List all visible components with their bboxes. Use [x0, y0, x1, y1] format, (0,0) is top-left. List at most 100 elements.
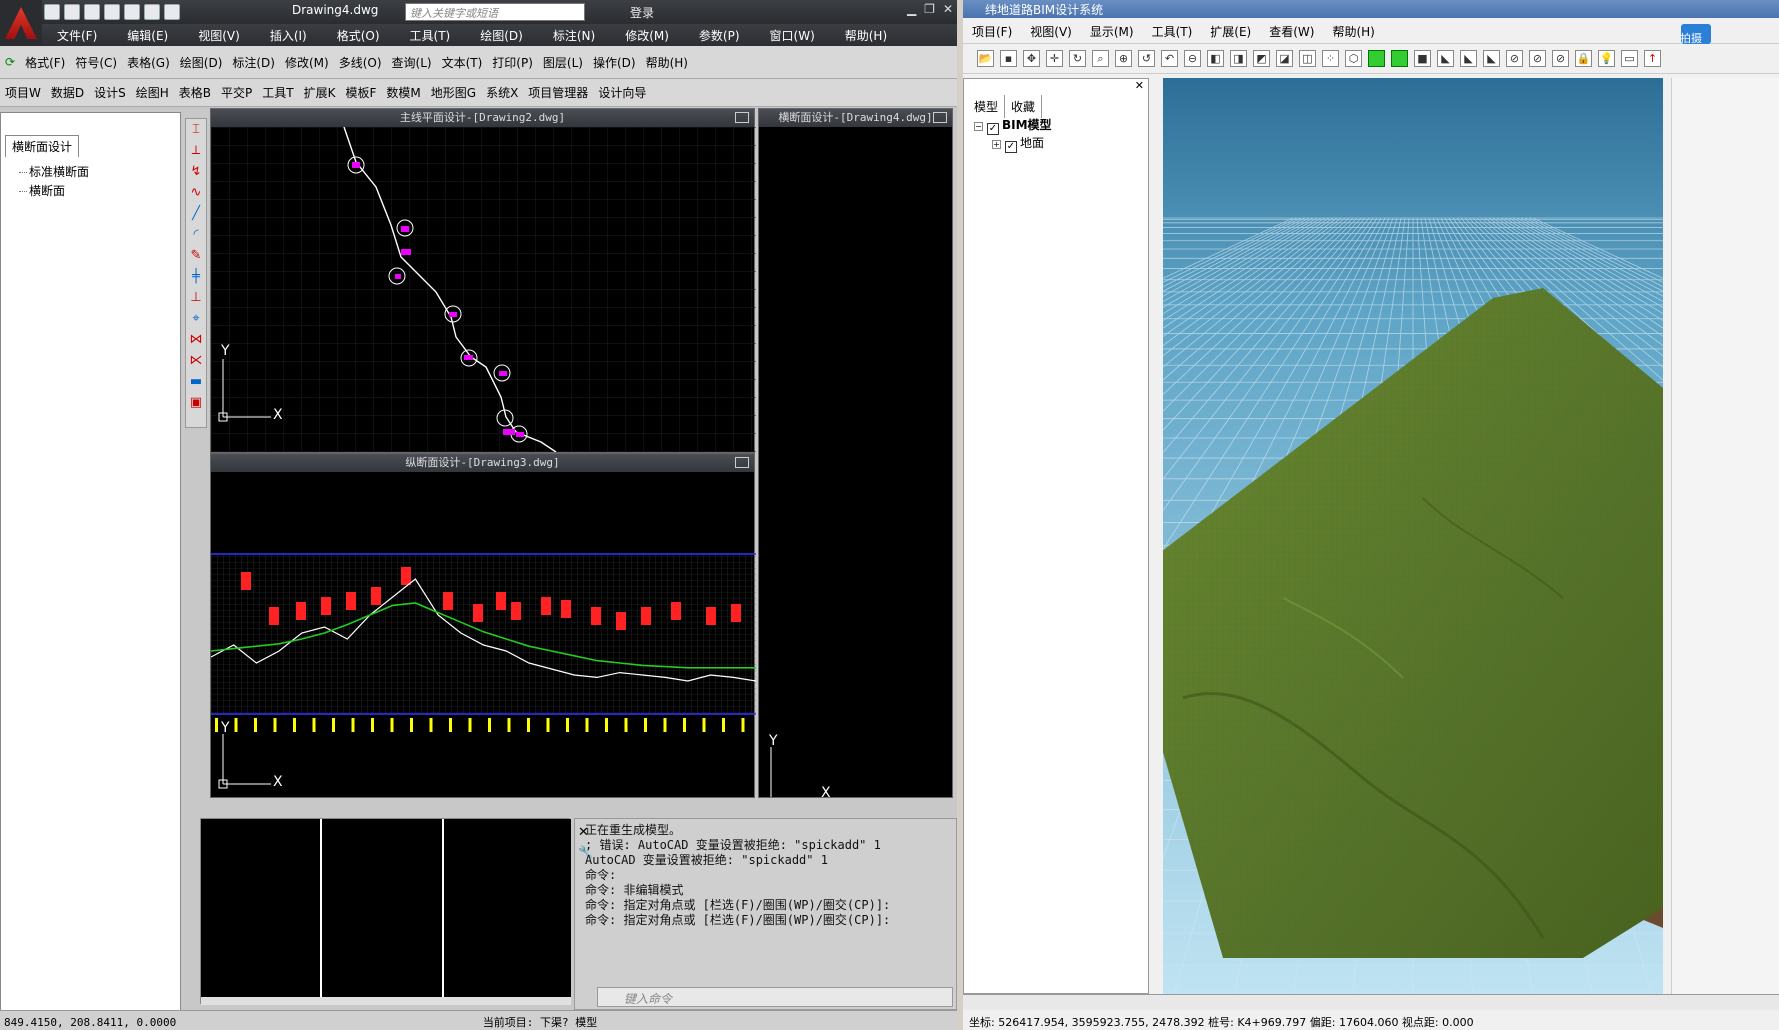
rotate-icon[interactable]: ↻ [1069, 50, 1086, 67]
acad-toolbar2-11[interactable]: 系统X [481, 84, 523, 101]
acad-menu-3[interactable]: 插入(I) [255, 27, 322, 44]
command-input[interactable]: 键入命令 [597, 987, 953, 1007]
acad-toolbar1-8[interactable]: 文本(T) [437, 54, 488, 71]
tool-a-icon[interactable]: ◣ [1437, 50, 1454, 67]
tree-item-ground[interactable]: + ✓ 地面 [974, 135, 1052, 153]
acad-menu-10[interactable]: 窗口(W) [755, 27, 830, 44]
acad-toolbar1-9[interactable]: 打印(P) [487, 54, 538, 71]
wireframe-icon[interactable]: ⬡ [1345, 50, 1362, 67]
view-right-icon[interactable]: ◪ [1276, 50, 1293, 67]
maximize-icon[interactable] [735, 457, 749, 468]
move-icon[interactable]: ✛ [1046, 50, 1063, 67]
acad-toolbar1-3[interactable]: 绘图(D) [175, 54, 228, 71]
bim-menu-1[interactable]: 视图(V) [1021, 23, 1081, 40]
minimize-icon[interactable]: ▁ [907, 2, 916, 16]
acad-toolbar1-11[interactable]: 操作(D) [588, 54, 641, 71]
panel-tab[interactable]: 横断面设计 [5, 135, 80, 157]
checkbox-icon[interactable]: ✓ [987, 123, 999, 135]
acad-toolbar2-10[interactable]: 地形图G [426, 84, 481, 101]
acad-menu-9[interactable]: 参数(P) [684, 27, 755, 44]
acad-toolbar2-9[interactable]: 数模M [381, 84, 425, 101]
bim-menu-0[interactable]: 项目(F) [963, 23, 1021, 40]
line-tool-icon[interactable]: ╱ [187, 205, 205, 223]
orbit-icon[interactable]: ↺ [1138, 50, 1155, 67]
login-button[interactable]: 登录 [630, 4, 654, 21]
tool-7-icon[interactable]: ✎ [187, 247, 205, 265]
redo-icon[interactable] [164, 4, 180, 20]
acad-toolbar2-2[interactable]: 设计S [89, 84, 131, 101]
open-icon[interactable]: 📂 [977, 50, 994, 67]
acad-menu-8[interactable]: 修改(M) [610, 27, 684, 44]
undo-icon[interactable] [144, 4, 160, 20]
tool-14-icon[interactable]: ▣ [187, 394, 205, 412]
acad-menu-4[interactable]: 格式(O) [322, 27, 395, 44]
orbit-back-icon[interactable]: ↶ [1161, 50, 1178, 67]
acad-menu-0[interactable]: 文件(F) [42, 27, 112, 44]
acad-toolbar2-7[interactable]: 扩展K [299, 84, 341, 101]
points-icon[interactable]: ⁘ [1322, 50, 1339, 67]
save-as-icon[interactable] [104, 4, 120, 20]
acad-toolbar1-1[interactable]: 符号(C) [70, 54, 122, 71]
view-left-icon[interactable]: ◩ [1253, 50, 1270, 67]
tool-f-icon[interactable]: ⊘ [1552, 50, 1569, 67]
search-input[interactable]: 键入关键字或短语 [405, 3, 585, 21]
tool-9-icon[interactable]: ⊥ [187, 289, 205, 307]
print-icon[interactable] [124, 4, 140, 20]
acad-toolbar1-2[interactable]: 表格(G) [122, 54, 175, 71]
acad-toolbar1-10[interactable]: 图层(L) [538, 54, 588, 71]
acad-toolbar2-0[interactable]: 项目W [0, 84, 46, 101]
acad-toolbar2-12[interactable]: 项目管理器 [523, 84, 593, 101]
tool-11-icon[interactable]: ⋈ [187, 331, 205, 349]
tool-4-icon[interactable]: ∿ [187, 184, 205, 202]
acad-menu-6[interactable]: 绘图(D) [465, 27, 538, 44]
acad-toolbar2-6[interactable]: 工具T [257, 84, 298, 101]
bim-menu-4[interactable]: 扩展(E) [1201, 23, 1260, 40]
acad-menu-1[interactable]: 编辑(E) [112, 27, 183, 44]
cross-view-canvas[interactable]: Y X [759, 127, 954, 801]
zoom-window-icon[interactable]: ⌕ [1092, 50, 1109, 67]
tool-8-icon[interactable]: ╪ [187, 268, 205, 286]
checkbox-icon[interactable]: ✓ [1005, 141, 1017, 153]
zoom-icon[interactable]: ⊕ [1115, 50, 1132, 67]
tool-e-icon[interactable]: ⊘ [1529, 50, 1546, 67]
tool-2-icon[interactable]: ⟂ [187, 142, 205, 160]
expand-icon[interactable]: + [992, 140, 1001, 149]
tool-10-icon[interactable]: ⌖ [187, 310, 205, 328]
refresh-icon[interactable]: ⟳ [0, 55, 20, 69]
arc-tool-icon[interactable]: ◜ [187, 226, 205, 244]
acad-toolbar2-3[interactable]: 绘图H [131, 84, 174, 101]
acad-toolbar1-12[interactable]: 帮助(H) [641, 54, 693, 71]
bim-menu-6[interactable]: 帮助(H) [1323, 23, 1383, 40]
up-arrow-icon[interactable]: ↑ [1644, 50, 1661, 67]
save-icon[interactable] [84, 4, 100, 20]
acad-toolbar2-1[interactable]: 数据D [46, 84, 89, 101]
tree-item-cross[interactable]: 横断面 [19, 182, 89, 201]
light-icon[interactable]: 💡 [1598, 50, 1615, 67]
tool-c-icon[interactable]: ◣ [1483, 50, 1500, 67]
acad-toolbar1-5[interactable]: 修改(M) [280, 54, 334, 71]
tool-d-icon[interactable]: ⊘ [1506, 50, 1523, 67]
zoom-extents-icon[interactable]: ⊖ [1184, 50, 1201, 67]
acad-toolbar2-8[interactable]: 模板F [340, 84, 381, 101]
close-icon[interactable]: ✕ [1135, 79, 1144, 92]
profile-view-canvas[interactable]: Y X [210, 472, 757, 797]
maximize-icon[interactable] [933, 112, 947, 123]
shaded-icon[interactable] [1368, 50, 1385, 67]
restore-icon[interactable]: ❐ [924, 2, 935, 16]
view-front-icon[interactable]: ◧ [1207, 50, 1224, 67]
save-icon[interactable]: ▪ [1000, 50, 1017, 67]
open-file-icon[interactable] [64, 4, 80, 20]
tool-3-icon[interactable]: ↯ [187, 163, 205, 181]
render-icon[interactable]: ■ [1414, 50, 1431, 67]
acad-toolbar1-0[interactable]: 格式(F) [20, 54, 70, 71]
view-back-icon[interactable]: ◨ [1230, 50, 1247, 67]
tab-model[interactable]: 模型 [968, 95, 1006, 118]
acad-menu-2[interactable]: 视图(V) [183, 27, 255, 44]
tree-item-standard[interactable]: 标准横断面 [19, 163, 89, 182]
bim-menu-5[interactable]: 查看(W) [1260, 23, 1323, 40]
textured-icon[interactable] [1391, 50, 1408, 67]
acad-menu-5[interactable]: 工具(T) [395, 27, 466, 44]
acad-menu-11[interactable]: 帮助(H) [830, 27, 902, 44]
plan-view-canvas[interactable]: Y X [211, 126, 756, 453]
close-icon[interactable]: ✕ [943, 2, 953, 16]
